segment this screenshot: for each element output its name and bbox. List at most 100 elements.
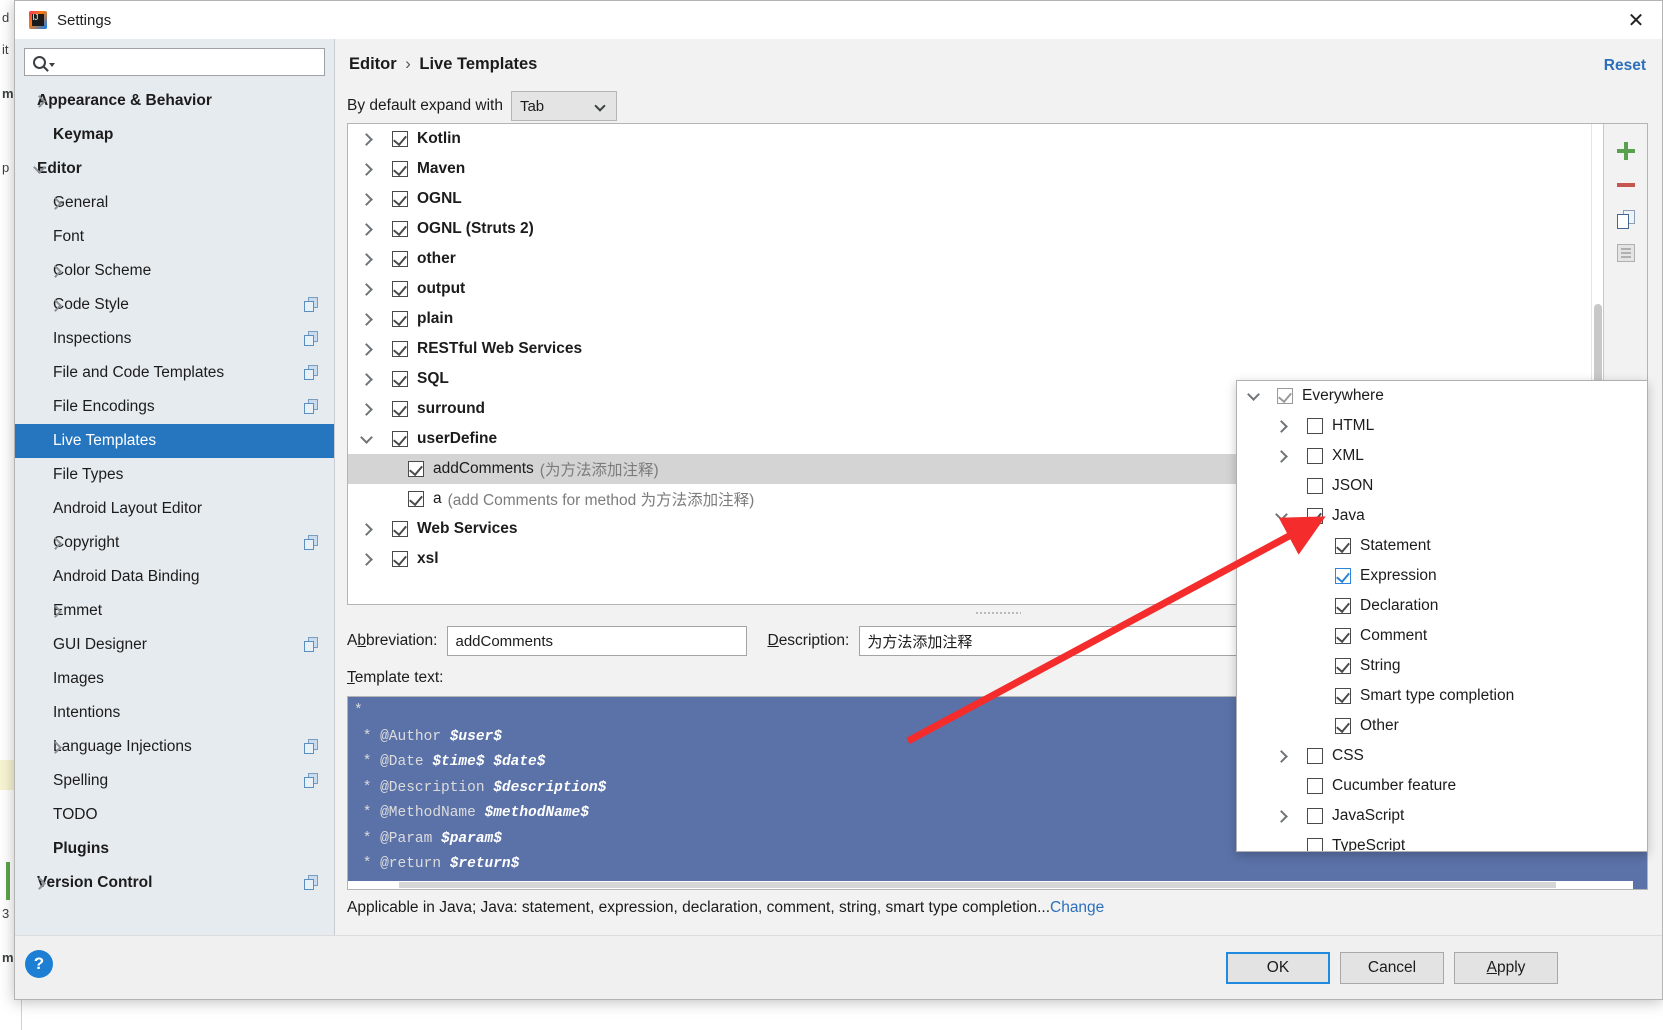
context-item-expression[interactable]: Expression [1237,561,1647,591]
context-item-comment[interactable]: Comment [1237,621,1647,651]
template-checkbox[interactable] [392,521,408,537]
context-item-declaration[interactable]: Declaration [1237,591,1647,621]
context-checkbox[interactable] [1307,748,1323,764]
context-checkbox[interactable] [1335,658,1351,674]
sidebar-item-general[interactable]: General [15,186,334,220]
template-row[interactable]: RESTful Web Services [348,334,1591,364]
template-text-hscrollbar-thumb[interactable] [399,882,1556,888]
sidebar-item-version-control[interactable]: Version Control [15,866,334,900]
template-row[interactable]: other [348,244,1591,274]
context-item-other[interactable]: Other [1237,711,1647,741]
context-item-statement[interactable]: Statement [1237,531,1647,561]
chevron-right-icon[interactable] [360,162,373,176]
context-item-everywhere[interactable]: Everywhere [1237,381,1647,411]
sidebar-item-editor[interactable]: Editor [15,152,334,186]
context-checkbox[interactable] [1277,388,1293,404]
chevron-right-icon[interactable] [360,552,373,566]
sidebar-item-emmet[interactable]: Emmet [15,594,334,628]
template-text-hscrollbar[interactable] [348,881,1633,889]
context-checkbox[interactable] [1307,838,1323,851]
template-row[interactable]: Maven [348,154,1591,184]
sidebar-item-font[interactable]: Font [15,220,334,254]
template-group-button[interactable] [1609,236,1643,270]
sidebar-item-spelling[interactable]: Spelling [15,764,334,798]
context-checkbox[interactable] [1307,778,1323,794]
context-checkbox[interactable] [1335,598,1351,614]
context-checkbox[interactable] [1335,568,1351,584]
copy-settings-icon[interactable] [304,331,318,346]
copy-settings-icon[interactable] [304,365,318,380]
sidebar-item-images[interactable]: Images [15,662,334,696]
close-icon[interactable]: ✕ [1610,1,1662,39]
template-checkbox[interactable] [392,131,408,147]
chevron-right-icon[interactable] [360,282,373,296]
template-checkbox[interactable] [408,491,424,507]
copy-settings-icon[interactable] [304,399,318,414]
copy-settings-icon[interactable] [304,637,318,652]
template-checkbox[interactable] [392,371,408,387]
chevron-down-icon[interactable] [1247,388,1260,401]
template-checkbox[interactable] [392,341,408,357]
sidebar-item-android-layout-editor[interactable]: Android Layout Editor [15,492,334,526]
context-checkbox[interactable] [1335,688,1351,704]
context-item-xml[interactable]: XML [1237,441,1647,471]
sidebar-item-code-style[interactable]: Code Style [15,288,334,322]
context-checkbox[interactable] [1335,628,1351,644]
template-checkbox[interactable] [392,401,408,417]
chevron-right-icon[interactable] [360,372,373,386]
abbreviation-input[interactable]: addComments [447,626,748,656]
chevron-right-icon[interactable] [360,402,373,416]
chevron-right-icon[interactable] [1275,449,1288,463]
context-checkbox[interactable] [1307,478,1323,494]
reset-link[interactable]: Reset [1604,57,1646,75]
chevron-right-icon[interactable] [1275,749,1288,763]
chevron-right-icon[interactable] [360,222,373,236]
copy-settings-icon[interactable] [304,297,318,312]
context-checkbox[interactable] [1335,718,1351,734]
template-checkbox[interactable] [392,551,408,567]
apply-button[interactable]: Apply [1454,952,1558,984]
context-item-javascript[interactable]: JavaScript [1237,801,1647,831]
chevron-down-icon[interactable] [1275,508,1288,521]
copy-settings-icon[interactable] [304,535,318,550]
template-checkbox[interactable] [392,161,408,177]
template-row[interactable]: plain [348,304,1591,334]
template-row[interactable]: OGNL [348,184,1591,214]
template-checkbox[interactable] [392,221,408,237]
template-checkbox[interactable] [408,461,424,477]
cancel-button[interactable]: Cancel [1340,952,1444,984]
breadcrumb-root[interactable]: Editor [349,55,397,73]
context-item-string[interactable]: String [1237,651,1647,681]
context-item-json[interactable]: JSON [1237,471,1647,501]
remove-template-button[interactable] [1609,168,1643,202]
add-template-button[interactable] [1609,134,1643,168]
template-row[interactable]: OGNL (Struts 2) [348,214,1591,244]
template-checkbox[interactable] [392,251,408,267]
sidebar-item-file-types[interactable]: File Types [15,458,334,492]
chevron-right-icon[interactable] [360,252,373,266]
context-item-html[interactable]: HTML [1237,411,1647,441]
template-row[interactable]: output [348,274,1591,304]
sidebar-item-android-data-binding[interactable]: Android Data Binding [15,560,334,594]
sidebar-item-appearance-behavior[interactable]: Appearance & Behavior [15,84,334,118]
context-item-typescript[interactable]: TypeScript [1237,831,1647,851]
sidebar-item-file-encodings[interactable]: File Encodings [15,390,334,424]
chevron-right-icon[interactable] [360,342,373,356]
sidebar-item-color-scheme[interactable]: Color Scheme [15,254,334,288]
sidebar-item-gui-designer[interactable]: GUI Designer [15,628,334,662]
template-checkbox[interactable] [392,431,408,447]
sidebar-item-inspections[interactable]: Inspections [15,322,334,356]
chevron-right-icon[interactable] [360,192,373,206]
sidebar-item-copyright[interactable]: Copyright [15,526,334,560]
context-checkbox[interactable] [1307,508,1323,524]
help-icon[interactable]: ? [25,950,53,978]
search-input[interactable] [24,48,325,76]
duplicate-template-button[interactable] [1609,202,1643,236]
chevron-right-icon[interactable] [1275,419,1288,433]
context-item-java[interactable]: Java [1237,501,1647,531]
context-item-smart-type-completion[interactable]: Smart type completion [1237,681,1647,711]
sidebar-item-todo[interactable]: TODO [15,798,334,832]
sidebar-item-keymap[interactable]: Keymap [15,118,334,152]
sidebar-item-plugins[interactable]: Plugins [15,832,334,866]
context-checkbox[interactable] [1307,418,1323,434]
